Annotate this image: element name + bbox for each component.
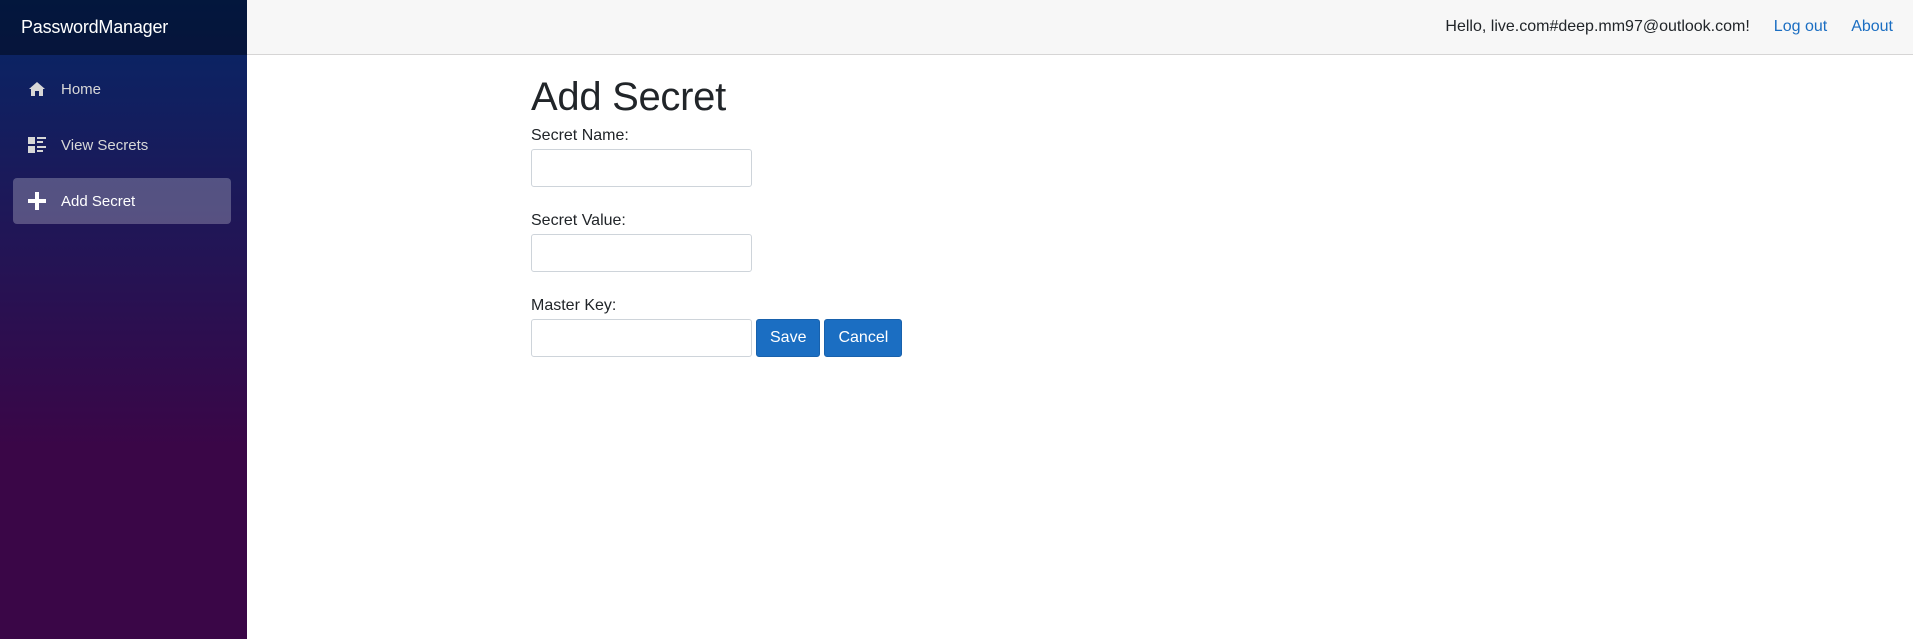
master-key-row: Save Cancel (531, 319, 903, 357)
home-icon (27, 79, 47, 99)
secret-value-input[interactable] (531, 234, 752, 272)
page-content: Add Secret Secret Name: Secret Value: Ma… (531, 70, 903, 381)
secret-name-input[interactable] (531, 149, 752, 187)
cancel-button[interactable]: Cancel (824, 319, 903, 357)
top-bar: Hello, live.com#deep.mm97@outlook.com! L… (247, 0, 1913, 55)
sidebar-item-label: View Secrets (61, 136, 149, 154)
sidebar-item-add-secret[interactable]: Add Secret (13, 178, 231, 224)
save-button[interactable]: Save (756, 319, 821, 357)
list-icon (27, 135, 47, 155)
secret-name-label: Secret Name: (531, 127, 629, 144)
secret-name-row (531, 149, 902, 187)
sidebar-item-home[interactable]: Home (13, 66, 231, 112)
master-key-input[interactable] (531, 319, 752, 357)
brand-link[interactable]: PasswordManager (21, 17, 168, 38)
secret-value-row (531, 234, 902, 272)
page-title: Add Secret (531, 75, 726, 119)
sidebar: PasswordManager Home View Secrets Add Se… (0, 0, 247, 639)
main-area: Hello, live.com#deep.mm97@outlook.com! L… (247, 0, 1913, 639)
logout-link[interactable]: Log out (1774, 18, 1827, 36)
sidebar-item-label: Home (61, 80, 102, 98)
user-greeting: Hello, live.com#deep.mm97@outlook.com! (1445, 18, 1750, 35)
sidebar-nav: Home View Secrets Add Secret (0, 55, 247, 224)
app-root: PasswordManager Home View Secrets Add Se… (0, 0, 1913, 639)
master-key-label: Master Key: (531, 297, 617, 314)
plus-icon (27, 191, 47, 211)
sidebar-item-label: Add Secret (61, 192, 136, 210)
secret-value-label: Secret Value: (531, 212, 626, 229)
sidebar-item-view-secrets[interactable]: View Secrets (13, 122, 231, 168)
add-secret-form: Secret Name: Secret Value: Master Key: S… (531, 126, 903, 357)
about-link[interactable]: About (1851, 18, 1893, 36)
brand-bar: PasswordManager (0, 0, 247, 55)
